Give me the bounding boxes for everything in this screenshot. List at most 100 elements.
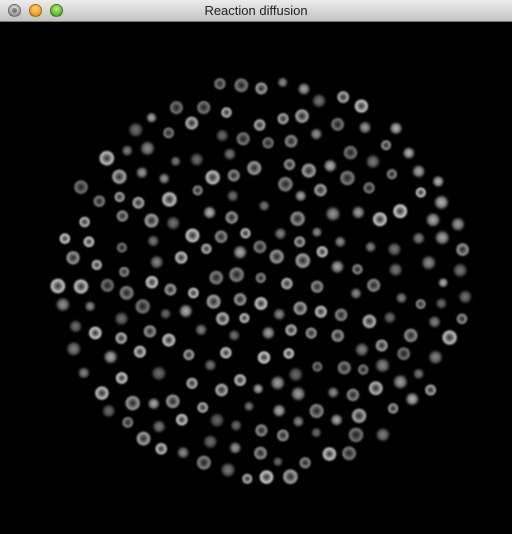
pattern-spot [296,81,312,97]
pattern-spot [382,310,398,325]
pattern-spot [174,412,189,427]
pattern-spot [347,426,365,444]
pattern-spot [186,286,200,300]
pattern-spot [322,157,339,174]
pattern-spot [142,323,158,339]
pattern-spot [323,204,342,223]
pattern-spot [126,120,145,139]
pattern-spot [207,269,225,286]
pattern-spot [238,312,251,325]
pattern-spot [401,145,417,161]
pattern-spot [454,241,471,258]
pattern-spot [326,385,341,400]
pattern-spot [329,412,344,428]
pattern-spot [253,295,269,312]
pattern-spot [135,430,152,447]
pattern-spot [254,423,269,438]
pattern-spot [87,325,104,341]
pattern-spot [311,360,324,373]
pattern-spot [427,314,442,330]
simulation-canvas[interactable] [0,22,512,534]
pattern-spot [233,77,250,94]
pattern-spot [402,327,419,344]
pattern-spot [93,384,111,402]
pattern-spot [90,258,104,272]
pattern-spot [404,391,421,408]
pattern-spot [157,172,171,186]
pattern-spot [333,235,348,249]
pattern-spot [374,426,392,444]
pattern-spot [387,261,404,278]
pattern-spot [349,286,363,301]
pattern-spot [67,318,84,335]
pattern-spot [121,415,135,429]
pattern-spot [64,249,82,266]
pattern-spot [213,76,227,91]
pattern-spot [353,98,370,115]
pattern-spot [115,209,130,223]
pattern-spot [208,411,226,429]
pattern-spot [257,199,271,213]
pattern-spot [227,265,246,284]
pattern-spot [374,338,390,353]
pattern-spot [437,276,450,289]
pattern-spot [268,248,286,266]
pattern-spot [333,307,349,323]
pattern-spot [380,139,393,152]
pattern-spot [226,168,242,183]
pattern-spot [195,454,213,472]
pattern-spot [169,155,182,168]
pattern-spot [72,277,90,296]
pattern-spot [269,374,287,392]
pattern-spot [149,364,168,383]
pattern-spot [203,358,218,373]
pattern-spot [231,244,249,261]
pattern-spot [336,89,351,105]
pattern-spot [329,258,346,275]
pattern-spot [191,184,204,197]
pattern-spot [123,394,142,412]
pattern-spot [252,118,267,132]
pattern-spot [342,144,359,161]
pattern-spot [196,401,210,414]
pattern-spot [310,92,328,110]
pattern-spot [97,149,116,168]
pattern-spot [201,204,218,221]
pattern-spot [414,186,427,199]
pattern-spot [239,227,252,240]
pattern-spot [113,310,130,328]
pattern-spot [271,402,287,419]
pattern-spot [434,296,449,311]
pattern-spot [219,345,233,360]
pattern-spot [432,193,451,212]
pattern-spot [145,111,158,125]
pattern-spot [309,279,325,295]
pattern-spot [110,168,128,186]
reaction-diffusion-pattern [49,76,474,486]
pattern-spot [175,445,191,460]
pattern-spot [114,370,129,386]
pattern-spot [345,387,361,403]
pattern-spot [414,298,427,311]
pattern-spot [200,242,213,256]
pattern-spot [356,363,370,376]
pattern-spot [300,162,318,180]
window-title: Reaction diffusion [204,3,308,18]
pattern-spot [423,383,438,397]
pattern-spot [273,226,288,241]
pattern-spot [338,169,357,187]
pattern-spot [260,325,277,341]
pattern-spot [419,253,438,272]
pattern-spot [213,382,230,398]
pattern-spot [440,328,459,347]
pattern-spot [395,345,412,362]
pattern-spot [330,328,346,344]
pattern-spot [281,467,300,486]
pattern-spot [164,214,182,232]
pattern-spot [58,232,72,246]
pattern-spot [424,211,442,229]
pattern-spot [350,407,368,425]
pattern-spot [138,139,157,158]
pattern-spot [276,111,290,126]
title-bar[interactable]: Reaction diffusion [0,0,512,22]
